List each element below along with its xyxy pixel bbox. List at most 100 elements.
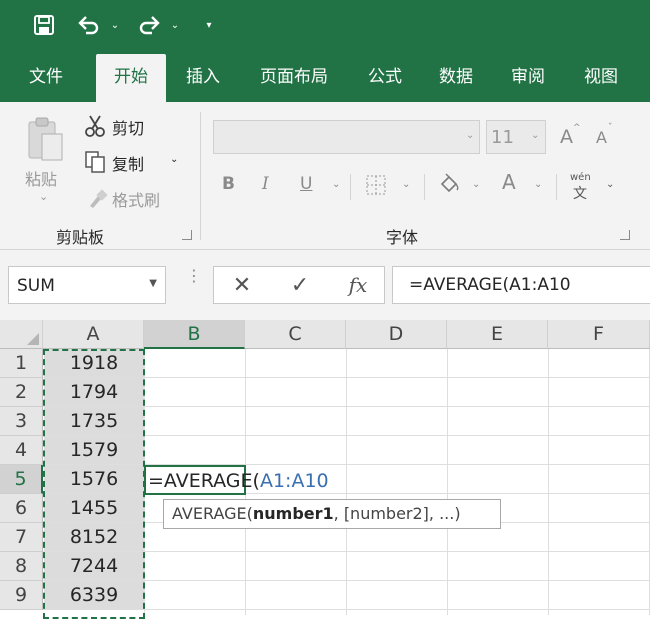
tab-insert[interactable]: 插入: [170, 52, 236, 102]
chevron-down-icon: ▼: [149, 278, 157, 289]
column-header-e[interactable]: E: [447, 320, 548, 349]
font-size-box[interactable]: 11 ⌄: [486, 120, 546, 154]
chevron-down-icon: ⌄: [466, 130, 475, 141]
column-header-f[interactable]: F: [548, 320, 650, 349]
paste-button[interactable]: 粘贴 ⌄: [20, 112, 70, 208]
paste-dropdown-icon: ⌄: [39, 190, 49, 203]
row-header-5[interactable]: 5: [0, 465, 43, 494]
font-divider: [556, 174, 557, 200]
formula-input[interactable]: =AVERAGE(A1:A10: [392, 266, 650, 304]
worksheet-grid: A B C D E F 1 2 3 4 5 6 7 8 9 1918 1794 …: [0, 320, 650, 619]
cut-button[interactable]: 剪切: [82, 112, 162, 140]
underline-dropdown-icon[interactable]: ⌄: [332, 180, 340, 190]
font-launcher-icon[interactable]: [620, 230, 630, 240]
font-name-box[interactable]: [213, 120, 479, 154]
row-header-7[interactable]: 7: [0, 523, 43, 552]
group-divider: [200, 112, 201, 240]
caret-up-icon: ^: [573, 123, 581, 133]
range-selection-marquee: [43, 349, 145, 619]
chevron-down-icon: ⌄: [531, 130, 540, 141]
border-dropdown-icon[interactable]: ⌄: [402, 180, 410, 190]
row-header-3[interactable]: 3: [0, 407, 43, 436]
save-icon[interactable]: [30, 10, 58, 40]
name-box[interactable]: SUM ▼: [8, 266, 166, 304]
decrease-font-label: A: [596, 128, 607, 147]
formula-bar-buttons: ✕ ✓ fx: [213, 266, 385, 304]
row-header-6[interactable]: 6: [0, 494, 43, 523]
formula-prefix: =AVERAGE(: [148, 470, 260, 492]
tab-view[interactable]: 视图: [568, 52, 634, 102]
ribbon-tabs: 文件 开始 插入 页面布局 公式 数据 审阅 视图: [0, 52, 650, 102]
scissors-icon: [84, 114, 106, 142]
caret-down-icon: ˇ: [608, 123, 613, 133]
customize-toolbar-icon[interactable]: ▾: [200, 10, 218, 40]
format-painter-button[interactable]: 格式刷: [82, 184, 182, 212]
formula-bar-resize-handle[interactable]: ⋮: [186, 268, 202, 284]
row-header-8[interactable]: 8: [0, 552, 43, 581]
font-name-dropdown[interactable]: ⌄: [462, 120, 480, 154]
font-color-button[interactable]: A: [502, 172, 516, 192]
increase-font-size-button[interactable]: A ^: [558, 124, 582, 152]
tab-file[interactable]: 文件: [10, 52, 82, 102]
decrease-font-size-button[interactable]: A ˇ: [594, 124, 618, 152]
copy-button[interactable]: 复制 ⌄: [82, 148, 182, 176]
font-divider: [350, 174, 351, 200]
paint-bucket-icon: [438, 172, 464, 200]
format-painter-label: 格式刷: [112, 191, 161, 210]
row-header-1[interactable]: 1: [0, 349, 43, 378]
clipboard-icon: [26, 116, 64, 166]
insert-function-icon[interactable]: fx: [330, 267, 386, 303]
tab-data[interactable]: 数据: [424, 52, 488, 102]
brush-icon: [86, 188, 108, 214]
tooltip-function: AVERAGE(: [172, 504, 253, 523]
bold-button[interactable]: B: [222, 176, 235, 193]
redo-icon[interactable]: [134, 10, 164, 40]
cell-edit-formula: =AVERAGE(A1:A10: [148, 467, 329, 495]
select-all-icon: [27, 333, 39, 345]
tooltip-rest: , [number2], ...): [333, 504, 461, 523]
quick-access-toolbar: ⌄ ⌄ ▾: [0, 0, 650, 52]
copy-dropdown-icon: ⌄: [170, 154, 179, 165]
tab-review[interactable]: 审阅: [496, 52, 560, 102]
formula-reference: A1:A10: [259, 470, 329, 492]
fill-color-dropdown-icon[interactable]: ⌄: [472, 180, 480, 190]
row-header-4[interactable]: 4: [0, 436, 43, 465]
tab-page-layout[interactable]: 页面布局: [244, 52, 344, 102]
gridline: [447, 349, 448, 615]
enter-icon[interactable]: ✓: [272, 267, 328, 303]
function-tooltip[interactable]: AVERAGE(number1, [number2], ...): [163, 499, 501, 529]
formula-text: =AVERAGE(A1:A10: [409, 275, 571, 295]
formula-bar: SUM ▼ ⋮ ✕ ✓ fx =AVERAGE(A1:A10: [0, 250, 650, 320]
gridline: [548, 349, 549, 615]
cancel-icon[interactable]: ✕: [214, 267, 270, 303]
row-header-2[interactable]: 2: [0, 378, 43, 407]
undo-dropdown-icon[interactable]: ⌄: [108, 10, 122, 40]
column-header-a[interactable]: A: [43, 320, 144, 349]
clipboard-launcher-icon[interactable]: [182, 230, 192, 240]
name-box-value: SUM: [17, 276, 55, 296]
tab-formulas[interactable]: 公式: [352, 52, 418, 102]
column-header-c[interactable]: C: [245, 320, 346, 349]
undo-icon[interactable]: [74, 10, 104, 40]
increase-font-label: A: [560, 126, 573, 148]
underline-button[interactable]: U: [300, 176, 312, 193]
phonetic-dropdown-icon[interactable]: ⌄: [606, 180, 614, 190]
column-header-d[interactable]: D: [346, 320, 447, 349]
font-group-label: 字体: [386, 228, 419, 247]
font-color-dropdown-icon[interactable]: ⌄: [534, 180, 542, 190]
border-button[interactable]: [365, 174, 389, 198]
border-icon: [365, 174, 389, 200]
fill-color-button[interactable]: [438, 172, 464, 198]
clipboard-group-label: 剪贴板: [56, 228, 105, 247]
select-all-corner[interactable]: [0, 320, 43, 349]
cut-label: 剪切: [112, 119, 145, 138]
phonetic-button[interactable]: wén 文: [568, 172, 598, 202]
copy-icon: [84, 150, 106, 178]
italic-button[interactable]: I: [262, 176, 269, 193]
column-header-b[interactable]: B: [144, 320, 245, 349]
phonetic-top-label: wén: [570, 172, 591, 183]
row-header-9[interactable]: 9: [0, 581, 43, 610]
tab-home[interactable]: 开始: [96, 54, 166, 102]
phonetic-bottom-label: 文: [573, 186, 587, 202]
redo-dropdown-icon[interactable]: ⌄: [168, 10, 182, 40]
